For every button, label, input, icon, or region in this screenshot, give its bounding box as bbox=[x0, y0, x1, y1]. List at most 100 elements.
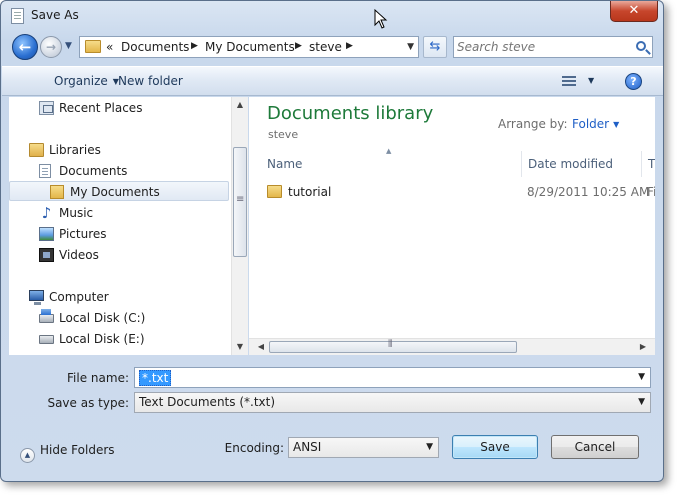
scrollbar-thumb[interactable] bbox=[233, 147, 247, 257]
column-header-label: Name bbox=[267, 157, 303, 171]
column-header-type[interactable]: T bbox=[642, 151, 655, 177]
pictures-icon bbox=[39, 227, 54, 241]
navigation-vertical-scrollbar[interactable]: ▲ ▼ bbox=[231, 97, 248, 355]
scroll-left-icon[interactable]: ◀ bbox=[253, 339, 269, 355]
encoding-label: Encoding: bbox=[224, 441, 284, 455]
title-bar[interactable]: Save As ✕ bbox=[1, 1, 663, 31]
chevron-down-icon[interactable]: ▼ bbox=[638, 397, 645, 407]
hide-folders-button[interactable]: ▲ Hide Folders bbox=[20, 443, 115, 463]
close-button[interactable]: ✕ bbox=[610, 1, 658, 22]
arrange-by-dropdown[interactable]: Folder ▼ bbox=[572, 117, 619, 131]
nav-item-label: My Documents bbox=[70, 185, 160, 199]
nav-item-local-disk-e[interactable]: Local Disk (E:) bbox=[39, 329, 219, 349]
breadcrumb-documents[interactable]: Documents bbox=[121, 40, 189, 54]
nav-item-label: Local Disk (C:) bbox=[59, 311, 146, 325]
library-title: Documents library bbox=[267, 103, 434, 124]
refresh-icon: ⇆ bbox=[429, 39, 441, 54]
nav-item-my-documents[interactable]: My Documents bbox=[9, 181, 229, 201]
nav-item-computer[interactable]: Computer bbox=[29, 287, 209, 307]
save-as-dialog: Save As ✕ ← → ▼ « Documents ▶ My Documen… bbox=[0, 0, 664, 482]
save-button[interactable]: Save bbox=[452, 435, 538, 459]
file-date-modified: 8/29/2011 10:25 AM bbox=[527, 185, 650, 199]
chevron-down-icon[interactable]: ▼ bbox=[426, 442, 433, 452]
nav-item-label: Recent Places bbox=[59, 101, 143, 115]
breadcrumb-my-documents[interactable]: My Documents bbox=[205, 40, 295, 54]
window-title: Save As bbox=[31, 8, 79, 22]
disk-icon bbox=[39, 309, 54, 323]
file-name-value[interactable]: *.txt bbox=[139, 370, 172, 386]
file-list-pane[interactable]: Documents library steve Arrange by: Fold… bbox=[249, 97, 655, 355]
nav-item-pictures[interactable]: Pictures bbox=[39, 224, 219, 244]
file-name-label: File name: bbox=[67, 371, 129, 385]
help-icon[interactable]: ? bbox=[625, 73, 642, 90]
breadcrumb-steve[interactable]: steve bbox=[309, 40, 342, 54]
arrange-by-label: Arrange by: bbox=[498, 117, 568, 131]
scrollbar-thumb[interactable] bbox=[269, 339, 517, 353]
navigation-pane[interactable]: Recent Places Libraries Documents My Doc… bbox=[9, 97, 231, 355]
nav-item-documents[interactable]: Documents bbox=[39, 161, 219, 181]
breadcrumb-chevron-icon[interactable]: ▶ bbox=[191, 41, 198, 51]
forward-arrow-icon: → bbox=[45, 40, 57, 54]
scroll-right-icon[interactable]: ▶ bbox=[635, 339, 651, 355]
documents-icon bbox=[39, 164, 51, 178]
libraries-icon bbox=[29, 143, 44, 157]
file-type: Fi bbox=[647, 185, 655, 199]
scroll-up-icon[interactable]: ▲ bbox=[232, 97, 248, 113]
my-documents-icon bbox=[50, 185, 64, 199]
save-as-type-value: Text Documents (*.txt) bbox=[139, 395, 276, 409]
music-icon: ♪ bbox=[41, 204, 52, 222]
search-icon[interactable] bbox=[636, 41, 646, 51]
nav-item-label: Documents bbox=[59, 164, 128, 178]
breadcrumb-chevron-icon[interactable]: ▶ bbox=[346, 41, 353, 51]
file-name: tutorial bbox=[288, 185, 332, 199]
scroll-down-icon[interactable]: ▼ bbox=[232, 339, 248, 355]
save-as-type-select[interactable]: Text Documents (*.txt) ▼ bbox=[134, 392, 651, 413]
arrange-by-value: Folder bbox=[572, 117, 610, 131]
address-dropdown-icon[interactable]: ▼ bbox=[407, 42, 414, 52]
nav-item-label: Music bbox=[59, 206, 94, 220]
search-box[interactable] bbox=[453, 36, 653, 58]
file-list-horizontal-scrollbar[interactable]: ◀ ▶ bbox=[249, 338, 655, 355]
nav-item-music[interactable]: ♪ Music bbox=[39, 203, 219, 223]
cancel-button[interactable]: Cancel bbox=[551, 435, 639, 459]
address-bar[interactable]: « Documents ▶ My Documents ▶ steve ▶ ▼ bbox=[79, 36, 419, 58]
computer-icon bbox=[29, 290, 44, 305]
encoding-value: ANSI bbox=[293, 440, 322, 454]
column-header-label: T bbox=[648, 157, 655, 171]
nav-item-label: Pictures bbox=[59, 227, 107, 241]
column-header-name[interactable]: Name bbox=[261, 151, 522, 177]
back-arrow-icon: ← bbox=[18, 38, 32, 56]
disk-icon bbox=[39, 335, 54, 344]
folder-icon bbox=[267, 185, 282, 198]
breadcrumb-overflow[interactable]: « bbox=[106, 40, 113, 54]
column-header-date-modified[interactable]: Date modified bbox=[522, 151, 642, 177]
forward-button[interactable]: → bbox=[40, 36, 62, 58]
library-subtitle: steve bbox=[268, 128, 299, 141]
recent-pages-dropdown[interactable]: ▼ bbox=[65, 41, 72, 51]
column-header-label: Date modified bbox=[528, 157, 614, 171]
close-icon: ✕ bbox=[628, 3, 640, 18]
nav-item-label: Local Disk (E:) bbox=[59, 332, 145, 346]
refresh-button[interactable]: ⇆ bbox=[423, 36, 447, 58]
encoding-select[interactable]: ANSI ▼ bbox=[288, 437, 439, 458]
change-view-icon[interactable] bbox=[562, 76, 576, 87]
nav-item-label: Libraries bbox=[49, 143, 101, 157]
nav-item-recent-places[interactable]: Recent Places bbox=[39, 98, 219, 118]
nav-item-videos[interactable]: Videos bbox=[39, 245, 219, 265]
new-folder-button[interactable]: New folder bbox=[118, 74, 183, 88]
breadcrumb-chevron-icon[interactable]: ▶ bbox=[295, 41, 302, 51]
folder-icon bbox=[85, 40, 101, 53]
view-options-dropdown[interactable]: ▼ bbox=[588, 76, 594, 85]
file-name-field[interactable]: *.txt ▼ bbox=[134, 367, 651, 388]
back-button[interactable]: ← bbox=[12, 34, 38, 60]
nav-item-local-disk-c[interactable]: Local Disk (C:) bbox=[39, 308, 219, 328]
nav-item-label: Videos bbox=[59, 248, 99, 262]
file-row[interactable]: tutorial 8/29/2011 10:25 AM Fi bbox=[267, 183, 655, 203]
organize-button[interactable]: Organize ▼ bbox=[54, 74, 119, 88]
videos-icon bbox=[39, 248, 54, 262]
search-input[interactable] bbox=[457, 39, 627, 55]
chevron-down-icon[interactable]: ▼ bbox=[638, 372, 645, 382]
save-as-type-label: Save as type: bbox=[47, 396, 129, 410]
notepad-icon bbox=[11, 8, 24, 24]
nav-item-libraries[interactable]: Libraries bbox=[29, 140, 209, 160]
